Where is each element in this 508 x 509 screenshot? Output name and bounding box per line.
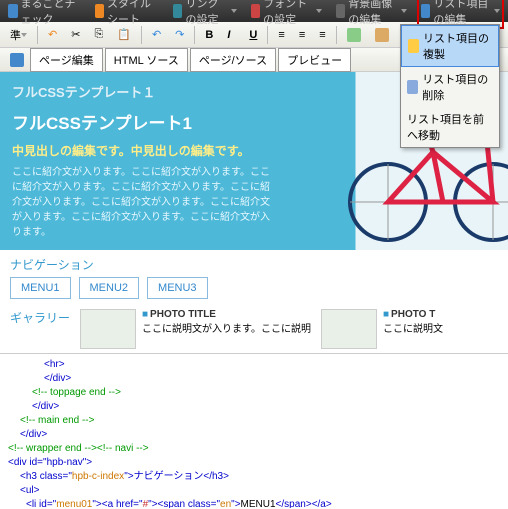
copy-icon [408, 39, 419, 53]
check-icon [8, 4, 18, 18]
table-icon [375, 28, 389, 42]
align-center-button[interactable]: ≡ [295, 27, 309, 43]
menu2-tab[interactable]: MENU2 [79, 277, 140, 299]
link-settings-button[interactable]: リンクの設定 [169, 0, 241, 29]
tab-preview[interactable]: プレビュー [278, 48, 351, 72]
align-left-button[interactable]: ≡ [274, 27, 288, 43]
list-move-item[interactable]: リスト項目を前へ移動 [401, 107, 499, 147]
photo-thumb [321, 309, 377, 349]
cut-button[interactable]: ✂ [67, 26, 84, 43]
undo-button[interactable]: ↶ [44, 26, 61, 43]
nav-label: ナビゲーション [10, 256, 498, 273]
font-icon [251, 4, 260, 18]
globe-icon [10, 53, 24, 67]
photo-desc: ここに説明文が入ります。ここに説明 [142, 320, 311, 335]
list-edit-dropdown: リスト項目の複製 リスト項目の削除 リスト項目を前へ移動 [400, 24, 500, 148]
tab-page-source[interactable]: ページ/ソース [190, 48, 276, 72]
photo-desc: ここに説明文 [383, 320, 443, 335]
browser-button[interactable] [6, 51, 28, 69]
image-button[interactable] [343, 26, 365, 44]
underline-button[interactable]: U [245, 27, 261, 43]
page-body: ここに紹介文が入ります。ここに紹介文が入ります。ここに紹介文が入ります。ここに紹… [12, 165, 272, 240]
tab-html-source[interactable]: HTML ソース [105, 48, 188, 72]
photo-title: PHOTO TITLE [142, 309, 311, 320]
list-copy-item[interactable]: リスト項目の複製 [401, 25, 499, 67]
paste-button[interactable]: 📋 [113, 26, 135, 43]
list-delete-item[interactable]: リスト項目の削除 [401, 67, 499, 107]
align-right-button[interactable]: ≡ [315, 27, 329, 43]
redo-button[interactable]: ↷ [171, 26, 188, 43]
photo-card-2: PHOTO T ここに説明文 [321, 309, 443, 349]
lang-select[interactable]: 準 [6, 25, 31, 45]
stylesheet-button[interactable]: スタイルシート [91, 0, 164, 29]
menu3-tab[interactable]: MENU3 [147, 277, 208, 299]
copy-button[interactable]: ⎘ [90, 26, 107, 43]
image-icon [336, 4, 345, 18]
nav-section: ナビゲーション MENU1 MENU2 MENU3 [0, 250, 508, 305]
menu1-tab[interactable]: MENU1 [10, 277, 71, 299]
picture-icon [347, 28, 361, 42]
delete-icon [407, 80, 418, 94]
gallery-section: ギャラリー PHOTO TITLE ここに説明文が入ります。ここに説明 PHOT… [0, 305, 508, 353]
photo-title: PHOTO T [383, 309, 443, 320]
photo-card-1: PHOTO TITLE ここに説明文が入ります。ここに説明 [80, 309, 311, 349]
css-icon [95, 4, 105, 18]
gallery-label: ギャラリー [10, 309, 70, 326]
list-icon [421, 4, 430, 18]
bold-button[interactable]: B [201, 27, 217, 43]
source-pane[interactable]: <hr> </div> <!-- toppage end --> </div> … [0, 353, 508, 508]
top-toolbar: まるごとチェック スタイルシート リンクの設定 フォントの設定 背景画像の編集 … [0, 0, 508, 22]
table-button[interactable] [371, 26, 393, 44]
italic-button[interactable]: I [223, 27, 239, 43]
undo2-button[interactable]: ↶ [148, 26, 165, 43]
tab-page-edit[interactable]: ページ編集 [30, 48, 103, 72]
photo-thumb [80, 309, 136, 349]
font-settings-button[interactable]: フォントの設定 [247, 0, 326, 29]
link-icon [173, 4, 182, 18]
